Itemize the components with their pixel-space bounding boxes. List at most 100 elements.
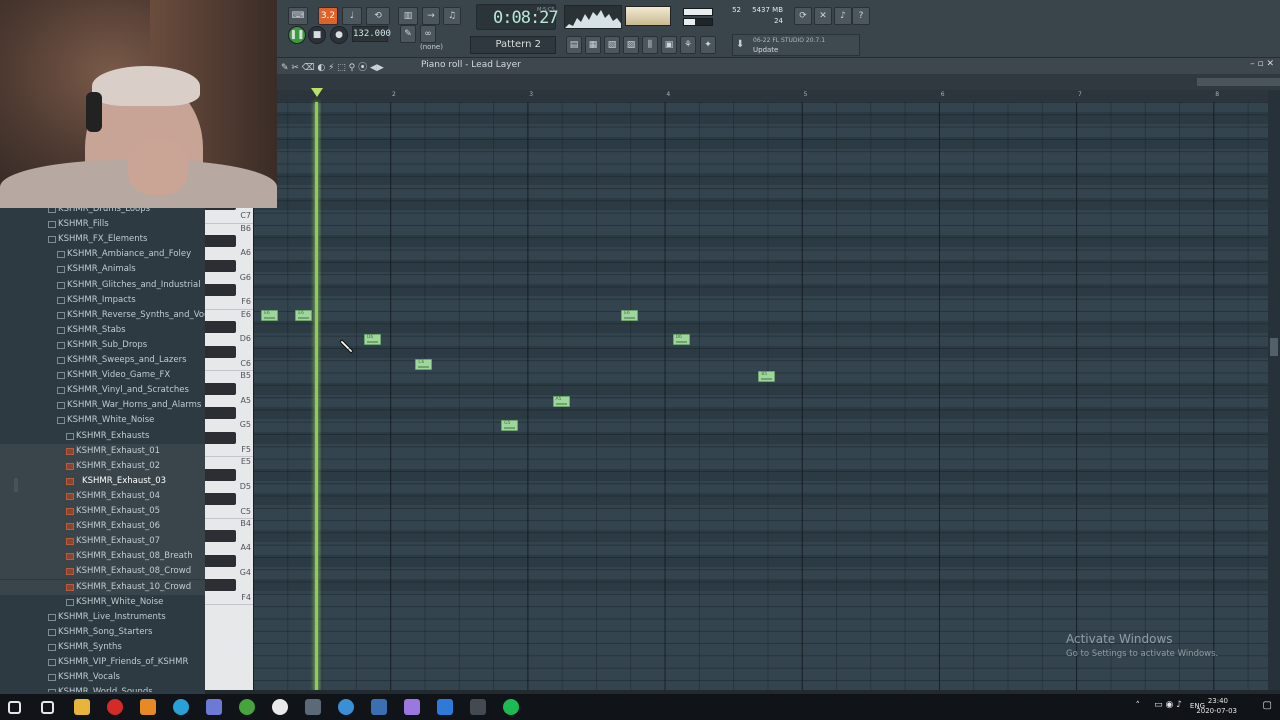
browser-item[interactable]: KSHMR_World_Sounds [0, 685, 205, 692]
piano-note[interactable]: G5 [501, 420, 519, 432]
browser-icon[interactable]: ▣ [661, 36, 677, 54]
browser-item[interactable]: KSHMR_Impacts [0, 293, 205, 308]
tools-icon[interactable]: ✕ [814, 7, 832, 25]
browser-item[interactable]: KSHMR_Exhausts [0, 429, 205, 444]
notification-icon[interactable]: ▢ [1263, 700, 1272, 711]
arrow-right-icon[interactable]: → [422, 7, 440, 25]
browser-item[interactable]: KSHMR_Reverse_Synths_and_Vocals [0, 308, 205, 323]
snap-button[interactable]: 3.2 [318, 7, 338, 25]
browser-item[interactable]: KSHMR_Exhaust_06 [0, 519, 205, 535]
chrome-icon[interactable] [272, 699, 288, 715]
tray-icons[interactable]: ▭ ◉ ♪ [1154, 700, 1182, 710]
time-ruler[interactable]: 2 3 4 5 6 7 8 [253, 90, 1268, 102]
browser-item[interactable]: KSHMR_Exhaust_08_Breath [0, 549, 205, 565]
black-key[interactable] [205, 554, 236, 567]
browser-item[interactable]: KSHMR_Sub_Drops [0, 338, 205, 353]
horizontal-scroll-thumb[interactable] [1197, 78, 1280, 86]
piano-note[interactable]: E6 [295, 309, 313, 321]
black-key[interactable] [205, 579, 236, 592]
browser-item[interactable]: KSHMR_Exhaust_07 [0, 534, 205, 550]
opera-icon[interactable] [107, 699, 123, 715]
explorer-icon[interactable] [74, 699, 90, 715]
playhead-marker[interactable] [311, 88, 323, 97]
refresh-icon[interactable]: ⟳ [794, 7, 812, 25]
piano-roll-scrollbar[interactable] [277, 74, 1280, 90]
playlist-icon[interactable]: ▤ [566, 36, 582, 54]
utorrent-icon[interactable] [239, 699, 255, 715]
black-key[interactable] [205, 234, 236, 247]
browser-item[interactable]: KSHMR_Exhaust_01 [0, 443, 205, 459]
black-key[interactable] [205, 382, 236, 395]
piano-icon[interactable]: ▥ [398, 7, 418, 25]
black-key[interactable] [205, 259, 236, 272]
browser-item[interactable]: KSHMR_White_Noise [0, 595, 205, 610]
channel-rack-icon[interactable]: ▦ [585, 36, 601, 54]
piano-keyboard[interactable]: C7 B6 A6 G6 F6 E6 D6 C6 B5 A5 G5 F5 E5 D5 C5 B4 A4 G4 F4 [205, 208, 253, 692]
browser-item[interactable]: KSHMR_Exhaust_04 [0, 488, 205, 504]
time-display[interactable]: 0:08:27 M:S:CS [476, 4, 559, 30]
piano-note[interactable]: D6 [672, 334, 690, 346]
browser-item[interactable]: KSHMR_White_Noise [0, 413, 205, 428]
after-effects-icon[interactable] [404, 699, 420, 715]
black-key[interactable] [205, 208, 236, 210]
start-icon[interactable] [8, 701, 21, 714]
browser-item[interactable]: KSHMR_Drums_Loops [0, 208, 205, 217]
browser-item[interactable]: KSHMR_War_Horns_and_Alarms [0, 398, 205, 413]
wrench-icon[interactable]: ✦ [700, 36, 716, 54]
piano-note[interactable]: B5 [758, 371, 776, 383]
browser-scrollbar[interactable] [14, 478, 18, 492]
browser-item[interactable]: KSHMR_Exhaust_10_Crowd [0, 579, 205, 595]
browser-item[interactable]: KSHMR_VIP_Friends_of_KSHMR [0, 655, 205, 670]
plugin-icon[interactable]: ⚘ [680, 36, 696, 54]
link-icon[interactable]: ∞ [420, 25, 436, 43]
browser-item[interactable]: KSHMR_Synths [0, 640, 205, 655]
microphone-icon[interactable]: ♪ [834, 7, 852, 25]
game-app-icon[interactable] [371, 699, 387, 715]
record-button[interactable]: ● [330, 26, 348, 44]
discord-icon[interactable] [206, 699, 222, 715]
black-key[interactable] [205, 284, 236, 297]
tempo-display[interactable]: 132.000 [352, 26, 391, 42]
step-icon[interactable]: ▨ [623, 36, 639, 54]
browser-item[interactable]: KSHMR_Vocals [0, 670, 205, 685]
browser-item[interactable]: KSHMR_Video_Game_FX [0, 368, 205, 383]
piano-note[interactable]: E6 [621, 309, 639, 321]
tray-chevron-icon[interactable]: ˄ [1136, 701, 1141, 711]
browser-item[interactable]: KSHMR_FX_Elements [0, 232, 205, 247]
play-button[interactable]: ❚❚ [288, 26, 306, 44]
browser-item[interactable]: KSHMR_Exhaust_03 [0, 473, 205, 489]
black-key[interactable] [205, 468, 236, 481]
piano-note[interactable]: C6 [415, 358, 433, 370]
piano-roll-icon[interactable]: ▧ [604, 36, 620, 54]
pencil-icon[interactable]: ✎ [400, 25, 416, 43]
metronome-icon[interactable]: ♩ [342, 7, 362, 25]
browser-item[interactable]: KSHMR_Fills [0, 217, 205, 232]
clock-date[interactable]: 2020-07-03 [1196, 707, 1237, 715]
obs-icon[interactable] [470, 699, 486, 715]
browser-item[interactable]: KSHMR_Ambiance_and_Foley [0, 247, 205, 262]
visual-studio-icon[interactable] [338, 699, 354, 715]
spotify-icon[interactable] [503, 699, 519, 715]
black-key[interactable] [205, 407, 236, 420]
typing-keyboard-icon[interactable]: ⌨ [288, 7, 308, 25]
note-grid[interactable]: E6 E6 D6 C6 G5 A5 E6 D6 B5 [253, 102, 1268, 692]
browser-item[interactable]: KSHMR_Vinyl_and_Scratches [0, 383, 205, 398]
browser-item[interactable]: KSHMR_Stabs [0, 323, 205, 338]
steam-icon[interactable] [305, 699, 321, 715]
photoshop-icon[interactable] [437, 699, 453, 715]
black-key[interactable] [205, 493, 236, 506]
browser-item[interactable]: KSHMR_Animals [0, 262, 205, 277]
black-key[interactable] [205, 431, 236, 444]
piano-note[interactable]: A5 [552, 395, 570, 407]
mixer-icon[interactable]: ⫼ [642, 36, 658, 54]
piano-roll-tools-icon[interactable]: ✎ ✂ ⌫ ◐ ⚡ ⬚ ⚲ ⦿ ◀▶ [281, 60, 384, 73]
vertical-scrollbar[interactable] [1268, 90, 1280, 692]
piano-note[interactable]: E6 [261, 309, 278, 321]
black-key[interactable] [205, 530, 236, 543]
search-icon[interactable] [41, 701, 54, 714]
browser-item[interactable]: KSHMR_Live_Instruments [0, 610, 205, 625]
black-key[interactable] [205, 321, 236, 333]
window-controls-icon[interactable]: – ▫ ✕ [1250, 59, 1274, 69]
black-key[interactable] [205, 345, 236, 358]
stop-button[interactable]: ■ [308, 26, 326, 44]
